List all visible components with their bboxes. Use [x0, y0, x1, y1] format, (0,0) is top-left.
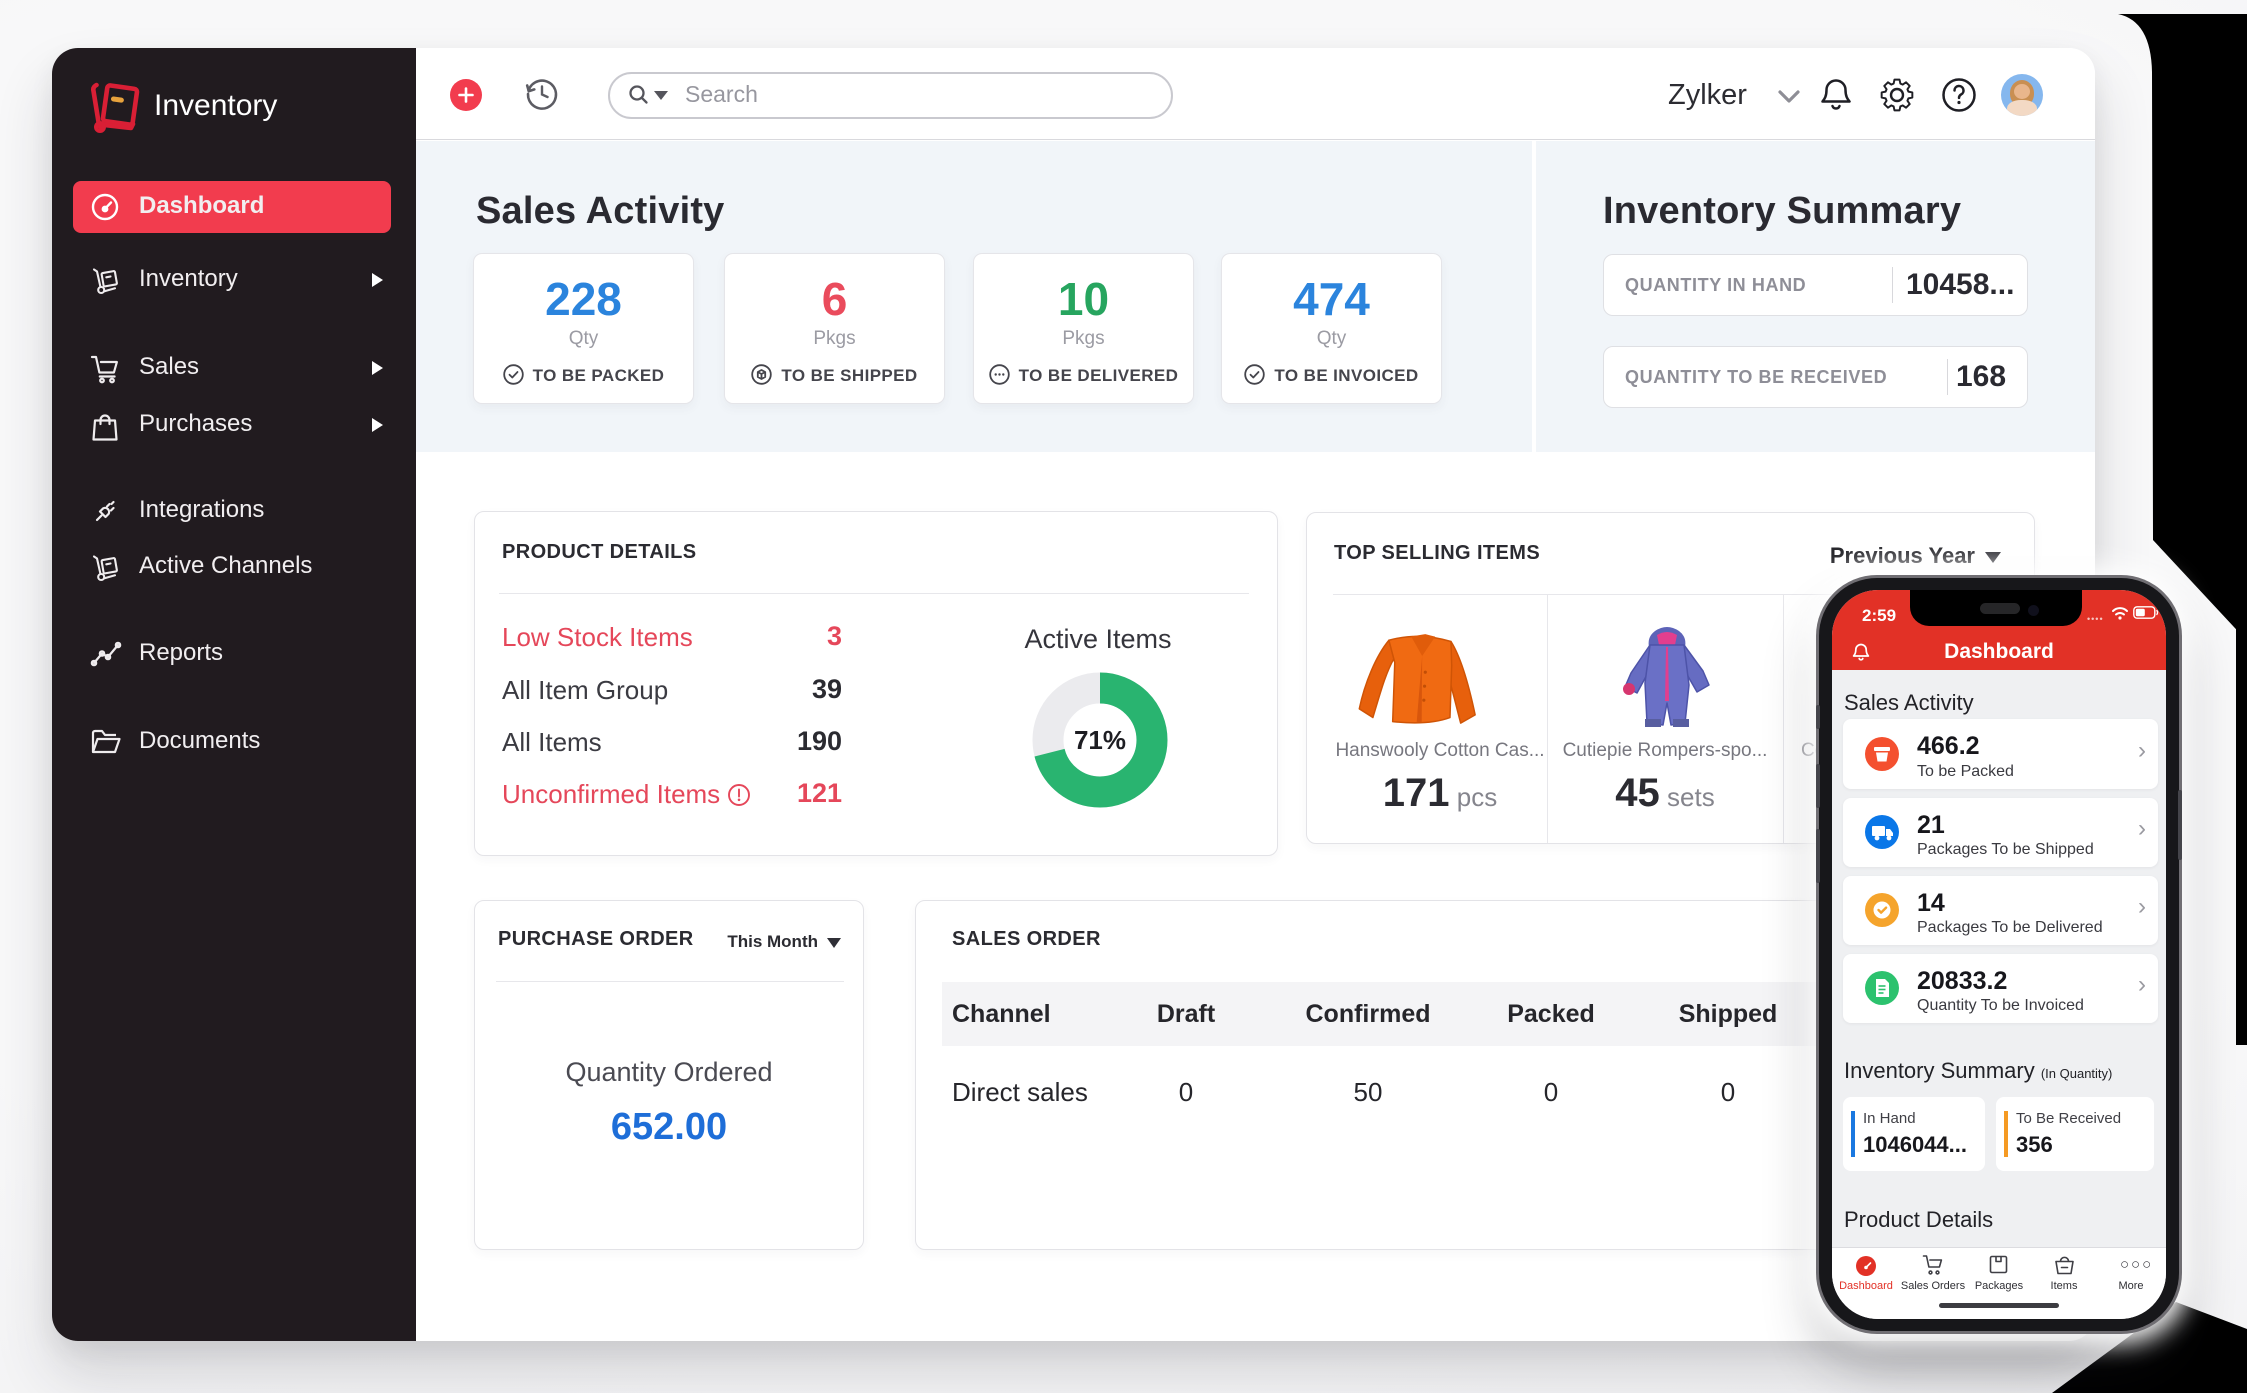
svg-text:71%: 71% — [1074, 725, 1126, 755]
